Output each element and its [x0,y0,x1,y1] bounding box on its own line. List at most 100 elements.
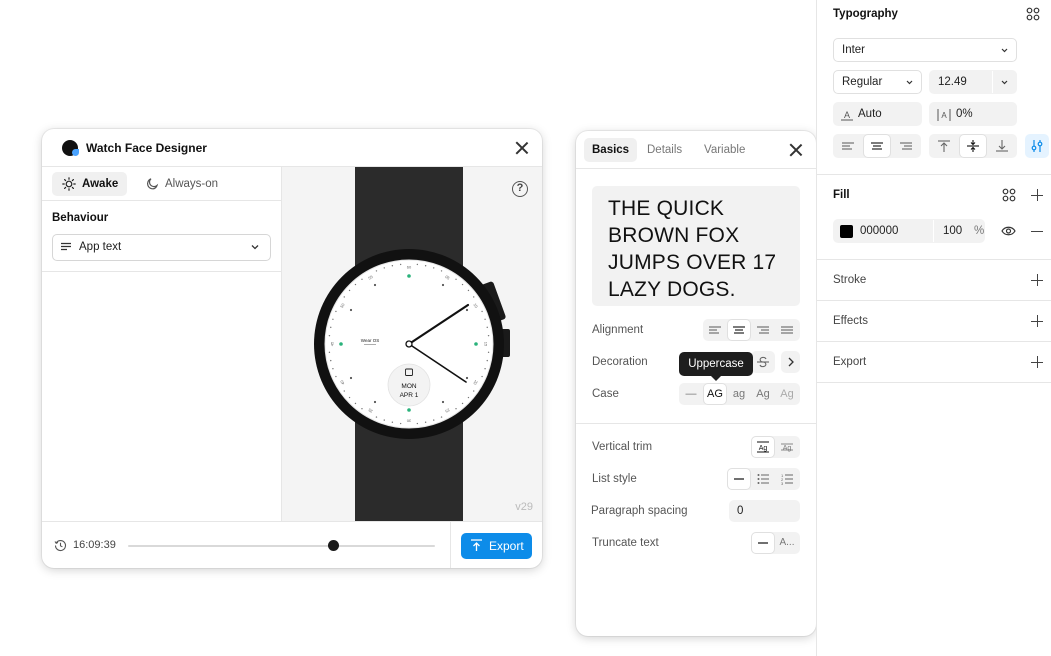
decoration-more[interactable] [781,351,800,373]
watch-illustration: 600510152025303540455055 Wear OS MON APR… [314,167,510,521]
trim-cap-height-button[interactable]: Ag [776,437,798,457]
close-icon[interactable] [789,143,803,157]
align-center-button[interactable] [728,320,750,340]
font-family-select[interactable]: Inter [833,38,1017,62]
case-none-button[interactable]: — [680,384,702,404]
dial-tick [328,334,331,337]
decoration-label: Decoration [592,356,648,368]
font-family-value: Inter [842,44,866,56]
list-none-button[interactable] [728,469,750,489]
case-uppercase-button[interactable]: AG [704,384,726,404]
add-stroke-icon[interactable] [1031,274,1043,286]
line-height-icon: A [841,110,853,121]
dial-number: 30 [406,419,411,424]
sun-icon [62,177,76,191]
align-top-button[interactable] [931,135,957,157]
text-align-left-button[interactable] [835,135,861,157]
truncate-control: A... [751,532,800,554]
mode-always-on-label: Always-on [165,178,219,190]
truncate-off-button[interactable] [752,533,774,553]
dial-tick [424,265,427,267]
marker-2 [465,308,469,312]
text-align-center-button[interactable] [864,135,890,157]
tab-basics[interactable]: Basics [584,138,638,162]
time-slider-thumb[interactable] [328,540,340,551]
truncate-on-button[interactable]: A... [776,533,798,553]
dial-tick [433,267,435,269]
fill-color-swatch[interactable] [840,225,853,238]
case-control: — AG ag Ag Ag [679,383,800,405]
marker-1 [441,283,445,287]
align-left-icon [842,142,854,150]
dial-tick [391,421,394,423]
help-icon[interactable]: ? [512,181,528,197]
letter-spacing-input[interactable]: A 0% [929,102,1017,126]
case-title-button[interactable]: Ag [752,384,774,404]
dial-tick [473,390,475,392]
list-numbered-button[interactable]: 123 [776,469,798,489]
tab-details[interactable]: Details [639,138,690,162]
vertical-align-control [929,134,1017,158]
font-weight-value: Regular [842,76,883,88]
export-button[interactable]: Export [461,533,532,559]
case-small-caps-button[interactable]: Ag [776,384,798,404]
watch-preview: 60 05 10 15 20 25 30 35 40 45 50 55 Wear OS MON APR… [282,167,542,521]
align-bottom-button[interactable] [989,135,1015,157]
dash-icon [734,478,744,480]
strikethrough-button[interactable] [752,352,774,372]
divider [817,174,1051,175]
marker-3 [474,342,478,346]
add-effect-icon[interactable] [1031,315,1043,327]
text-align-right-button[interactable] [893,135,919,157]
eye-icon[interactable] [1001,225,1016,237]
watch-app-name: Wear OS [361,338,379,343]
case-lowercase-button[interactable]: ag [728,384,750,404]
uppercase-tooltip: Uppercase [679,352,753,381]
mode-awake-button[interactable]: Awake [52,172,128,196]
fill-opacity-value[interactable]: 100 [943,220,962,242]
dial-tick [361,408,363,410]
numbered-list-icon: 123 [781,473,793,485]
add-export-icon[interactable] [1031,356,1043,368]
text-styles-icon[interactable] [1026,7,1040,21]
watch-app-subline [364,344,376,345]
remove-fill-icon[interactable] [1031,225,1043,237]
dial-tick [375,270,378,272]
line-height-value: Auto [858,108,882,120]
paragraph-spacing-input[interactable]: 0 [729,500,800,522]
close-icon[interactable] [515,141,529,155]
trim-standard-button[interactable]: Ag [752,437,774,457]
dial-tick [455,408,457,410]
align-left-button[interactable] [704,320,726,340]
mode-always-on-button[interactable]: Always-on [135,172,227,196]
settings-pane: Awake Always-on Behaviour App text [42,167,282,521]
add-fill-icon[interactable] [1031,189,1043,201]
text-settings-button[interactable] [1025,134,1049,158]
svg-text:A: A [844,110,850,120]
fill-color-input[interactable]: 000000 100 % [833,219,985,243]
dial-tick [467,396,470,399]
line-height-input[interactable]: A Auto [833,102,922,126]
align-center-icon [871,142,883,150]
font-size-dropdown[interactable] [992,71,1016,93]
font-weight-select[interactable]: Regular [833,70,922,94]
svg-text:3: 3 [781,481,784,485]
strikethrough-icon [757,356,769,368]
color-styles-icon[interactable] [1002,188,1016,202]
dial-tick [383,419,385,421]
list-bullet-button[interactable] [752,469,774,489]
tab-bar: Basics Details Variable [576,131,816,169]
fill-hex-value: 000000 [860,225,899,237]
export-label: Export [489,539,524,553]
align-bottom-icon [996,140,1008,152]
align-justify-button[interactable] [776,320,798,340]
tab-variable[interactable]: Variable [696,138,753,162]
behaviour-select[interactable]: App text [52,234,271,261]
align-middle-button[interactable] [960,135,986,157]
watch-face-designer-window: Watch Face Designer Awake Always-on Beha… [42,129,542,568]
bulleted-list-icon [757,474,769,484]
align-right-button[interactable] [752,320,774,340]
font-size-input[interactable]: 12.49 [929,70,1017,94]
time-slider[interactable] [128,540,435,551]
dial-tick [391,265,394,267]
